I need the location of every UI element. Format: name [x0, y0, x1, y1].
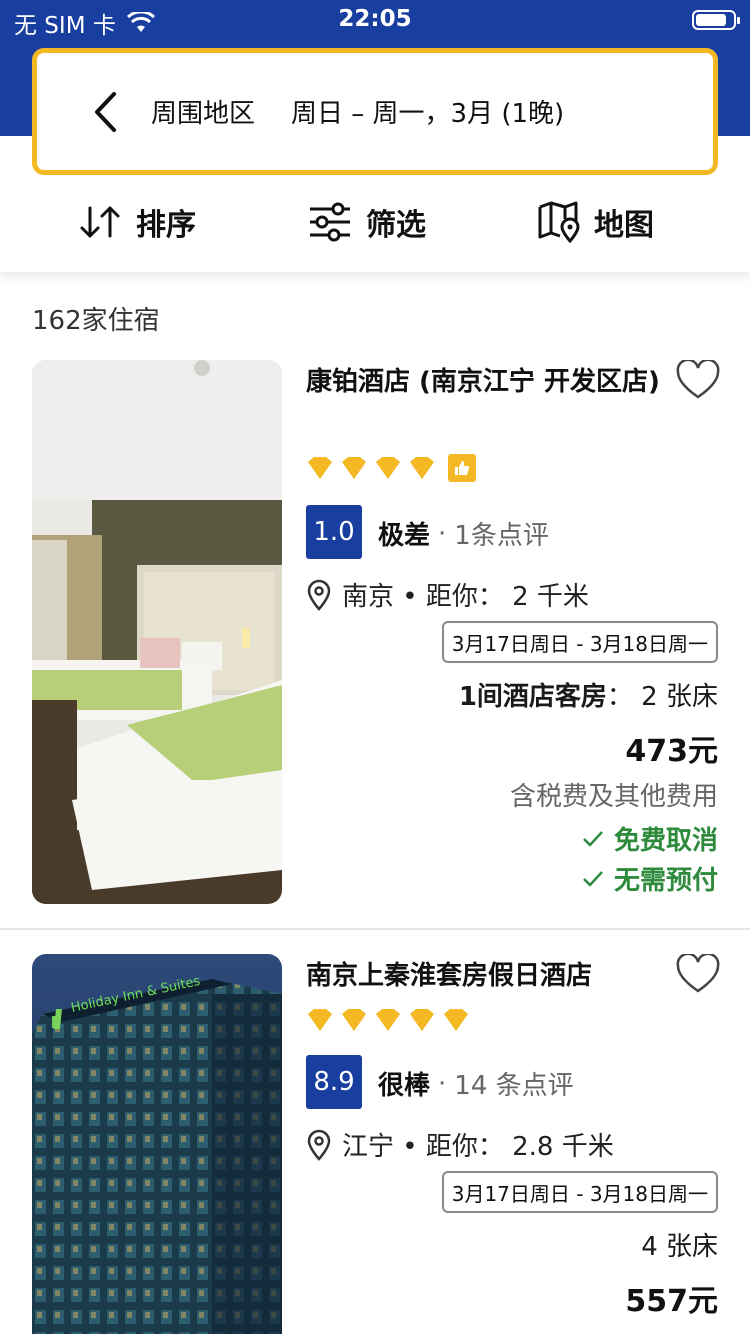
star-rating	[306, 454, 476, 482]
hotel-price: 473元	[625, 734, 718, 769]
location-pin-icon	[307, 1129, 331, 1161]
status-time: 22:05	[338, 6, 412, 32]
no-prepayment: 无需预付	[582, 860, 718, 897]
checkmark-icon	[583, 830, 603, 847]
hotel-location: 南京 • 距你： 2 千米	[306, 576, 589, 613]
chevron-left-icon	[95, 91, 116, 132]
battery-icon	[692, 10, 740, 30]
heart-icon[interactable]	[676, 360, 720, 400]
hotel-building-image: Holiday Inn & Suites	[32, 954, 282, 1334]
location-text: 南京 • 距你： 2 千米	[342, 582, 589, 612]
status-bar: 无 SIM 卡 22:05	[0, 0, 750, 40]
review-separator: ·	[438, 1068, 447, 1099]
room-beds: ： 2 张床	[606, 682, 718, 712]
thumbs-up-icon	[448, 454, 476, 482]
map-label: 地图	[594, 208, 654, 243]
diamond-star-icon	[342, 1009, 366, 1031]
score-label: 极差	[378, 521, 431, 551]
tax-note: 含税费及其他费用	[509, 782, 718, 812]
filter-button[interactable]: 筛选	[308, 200, 426, 244]
diamond-star-icon	[342, 457, 366, 479]
search-dates: 周日 – 周一，3月 (1晚)	[291, 99, 565, 129]
star-rating	[306, 1008, 470, 1032]
diamond-star-icon	[376, 457, 400, 479]
perk-label: 免费取消	[613, 826, 718, 856]
back-button[interactable]	[77, 84, 133, 140]
heart-icon[interactable]	[676, 954, 720, 994]
hotel-photo[interactable]	[32, 360, 282, 904]
room-info: 1间酒店客房： 2 张床	[459, 676, 718, 713]
hotel-price: 557元	[625, 1284, 718, 1319]
map-button[interactable]: 地图	[538, 200, 654, 244]
review-count: 14 条点评	[454, 1071, 574, 1101]
review-score: 1.0	[306, 505, 362, 559]
perk-label: 无需预付	[613, 866, 718, 896]
diamond-star-icon	[308, 1009, 332, 1031]
review-count: 1条点评	[454, 521, 549, 551]
hotel-location: 江宁 • 距你： 2.8 千米	[306, 1126, 614, 1163]
hotel-name[interactable]: 南京上秦淮套房假日酒店	[306, 956, 666, 996]
toolbar: 排序 筛选 地图	[0, 176, 750, 272]
hotel-name[interactable]: 康铂酒店 (南京江宁 开发区店)	[306, 362, 666, 402]
sort-label: 排序	[136, 208, 196, 243]
review-separator: ·	[438, 518, 447, 549]
hotel-room-image	[32, 360, 282, 904]
filter-sliders-icon	[310, 202, 350, 242]
stay-dates: 3月17日周日 - 3月18日周一	[441, 621, 718, 663]
search-summary-box[interactable]: 周围地区 周日 – 周一，3月 (1晚)	[32, 48, 718, 175]
diamond-star-icon	[410, 457, 434, 479]
location-pin-icon	[307, 579, 331, 611]
stay-dates: 3月17日周日 - 3月18日周一	[441, 1171, 718, 1213]
review-summary[interactable]: 极差 · 1条点评	[378, 515, 549, 552]
room-type: 1间酒店客房	[458, 682, 607, 712]
filter-label: 筛选	[366, 208, 426, 243]
results-count: 162家住宿	[32, 306, 160, 336]
location-text: 江宁 • 距你： 2.8 千米	[342, 1132, 614, 1162]
sort-icon	[80, 206, 120, 238]
diamond-star-icon	[444, 1009, 468, 1031]
map-icon	[538, 201, 580, 243]
checkmark-icon	[583, 870, 603, 887]
free-cancellation: 免费取消	[582, 820, 718, 857]
hotel-photo[interactable]: Holiday Inn & Suites	[32, 954, 282, 1334]
search-area: 周围地区	[151, 99, 256, 129]
bed-count: 4 张床	[641, 1232, 718, 1262]
review-summary[interactable]: 很棒 · 14 条点评	[378, 1065, 574, 1102]
score-label: 很棒	[378, 1071, 431, 1101]
review-score: 8.9	[306, 1055, 362, 1109]
diamond-star-icon	[308, 457, 332, 479]
card-divider	[0, 928, 750, 930]
diamond-star-icon	[410, 1009, 434, 1031]
sort-button[interactable]: 排序	[78, 200, 196, 244]
diamond-star-icon	[376, 1009, 400, 1031]
search-summary[interactable]: 周围地区 周日 – 周一，3月 (1晚)	[151, 93, 564, 130]
